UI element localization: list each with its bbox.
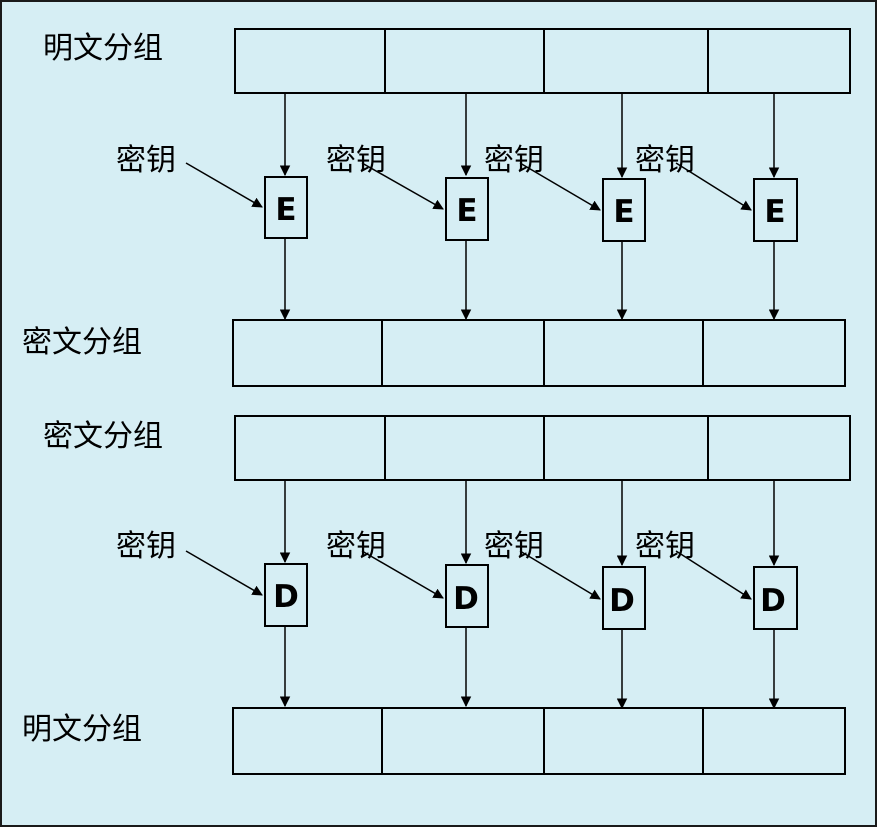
plaintext-label: 明文分组	[43, 31, 163, 66]
key-label: 密钥	[116, 529, 176, 564]
key-label: 密钥	[484, 529, 544, 564]
key-label: 密钥	[635, 529, 695, 564]
encrypt-label: E	[275, 192, 296, 228]
key-label: 密钥	[484, 143, 544, 178]
plaintext-label: 明文分组	[22, 712, 142, 747]
ciphertext-label: 密文分组	[22, 325, 142, 360]
key-label: 密钥	[635, 143, 695, 178]
diagram-background	[0, 0, 877, 827]
decrypt-label: D	[453, 581, 479, 617]
key-label: 密钥	[326, 143, 386, 178]
ecb-mode-diagram: 明文分组 密钥 E 密钥 E 密钥 E 密钥 E 密文分组 密文分组 密钥 D …	[0, 0, 877, 827]
encrypt-label: E	[456, 193, 477, 229]
encrypt-label: E	[764, 194, 785, 230]
decrypt-label: D	[760, 583, 786, 619]
key-label: 密钥	[116, 143, 176, 178]
ciphertext-label: 密文分组	[43, 419, 163, 454]
decrypt-label: D	[273, 579, 299, 615]
decrypt-label: D	[609, 583, 635, 619]
encrypt-label: E	[613, 194, 634, 230]
diagram-canvas: 明文分组 密钥 E 密钥 E 密钥 E 密钥 E 密文分组 密文分组 密钥 D …	[0, 0, 877, 827]
key-label: 密钥	[326, 529, 386, 564]
